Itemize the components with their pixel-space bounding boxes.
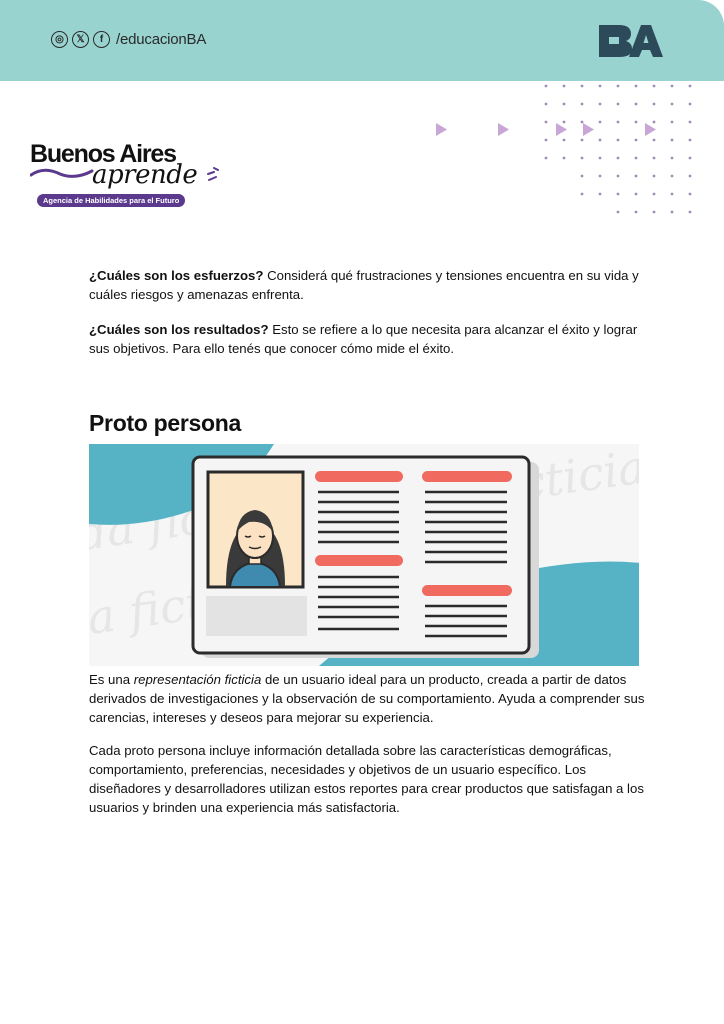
decorative-arrows xyxy=(436,123,656,136)
decor-dot xyxy=(688,210,692,214)
decor-dot xyxy=(634,210,638,214)
decor-dot xyxy=(580,192,584,196)
decor-dot xyxy=(544,156,548,160)
decor-dot xyxy=(634,84,638,88)
social-links: ◎ 𝕏 f /educacionBA xyxy=(51,31,206,48)
swoosh-icon xyxy=(30,168,94,178)
decor-dot xyxy=(688,120,692,124)
decor-dot xyxy=(580,156,584,160)
arrow-4-icon xyxy=(583,123,594,136)
arrow-3-icon xyxy=(556,123,567,136)
question-results: ¿Cuáles son los resultados? xyxy=(89,322,269,337)
decor-dot xyxy=(688,174,692,178)
question-efforts: ¿Cuáles son los esfuerzos? xyxy=(89,268,264,283)
decor-dot xyxy=(670,138,674,142)
arrow-2-icon xyxy=(498,123,509,136)
definition-emphasis: representación ficticia xyxy=(133,672,262,687)
decor-dot xyxy=(688,102,692,106)
proto-persona-illustration: da ficticia da ficticia da ficticia xyxy=(89,444,639,666)
decor-dot xyxy=(616,156,620,160)
decor-dot xyxy=(634,192,638,196)
decor-dot xyxy=(652,156,656,160)
decor-dot xyxy=(670,156,674,160)
decor-dot xyxy=(616,84,620,88)
decor-dot xyxy=(652,102,656,106)
decor-dot xyxy=(544,102,548,106)
decor-dot xyxy=(688,192,692,196)
decor-dot xyxy=(598,102,602,106)
instagram-icon[interactable]: ◎ xyxy=(51,31,68,48)
decor-dot xyxy=(616,102,620,106)
logo-tagline: Agencia de Habilidades para el Futuro xyxy=(37,194,186,207)
paragraph-definition: Es una representación ficticia de un usu… xyxy=(89,670,649,727)
decor-dot xyxy=(544,84,548,88)
header-band: ◎ 𝕏 f /educacionBA xyxy=(0,0,724,81)
decor-dot xyxy=(652,84,656,88)
decor-dot xyxy=(580,84,584,88)
arrow-1-icon xyxy=(436,123,447,136)
decor-dot xyxy=(652,192,656,196)
decor-dot xyxy=(598,174,602,178)
decor-dot xyxy=(634,174,638,178)
ba-logo-icon xyxy=(599,25,663,57)
decor-dot xyxy=(634,102,638,106)
paragraph-efforts: ¿Cuáles son los esfuerzos? Considerá qué… xyxy=(89,266,649,304)
decor-dot xyxy=(634,156,638,160)
section-title: Proto persona xyxy=(89,410,242,436)
decor-dot xyxy=(670,102,674,106)
paragraph-details: Cada proto persona incluye información d… xyxy=(89,743,644,815)
decor-dot xyxy=(616,210,620,214)
paragraph-results: ¿Cuáles son los resultados? Esto se refi… xyxy=(89,320,649,358)
decor-dot xyxy=(688,84,692,88)
id-card-signature-box xyxy=(206,596,307,636)
decor-dot xyxy=(670,84,674,88)
decor-dot xyxy=(580,102,584,106)
decor-dot xyxy=(598,192,602,196)
decor-dot xyxy=(580,174,584,178)
buenos-aires-aprende-logo: Buenos Aires aprende Agencia de Habilida… xyxy=(30,140,230,212)
decor-dot xyxy=(688,138,692,142)
social-handle[interactable]: /educacionBA xyxy=(116,31,206,48)
decor-dot xyxy=(562,102,566,106)
decor-dot xyxy=(616,174,620,178)
decor-dot xyxy=(598,156,602,160)
decor-dot xyxy=(670,120,674,124)
decor-dot xyxy=(598,84,602,88)
arrow-5-icon xyxy=(645,123,656,136)
definition-lead: Es una xyxy=(89,672,134,687)
decor-dot xyxy=(688,156,692,160)
decor-dot xyxy=(616,192,620,196)
decor-dot xyxy=(562,156,566,160)
decor-dot xyxy=(670,174,674,178)
x-twitter-icon[interactable]: 𝕏 xyxy=(72,31,89,48)
decor-dot xyxy=(670,210,674,214)
decor-dot xyxy=(670,192,674,196)
sparkle-icon xyxy=(207,167,219,181)
decor-dot xyxy=(652,174,656,178)
decorative-dots xyxy=(544,84,692,214)
facebook-icon[interactable]: f xyxy=(93,31,110,48)
decor-dot xyxy=(562,84,566,88)
logo-script: aprende xyxy=(92,160,198,190)
decor-dot xyxy=(652,210,656,214)
